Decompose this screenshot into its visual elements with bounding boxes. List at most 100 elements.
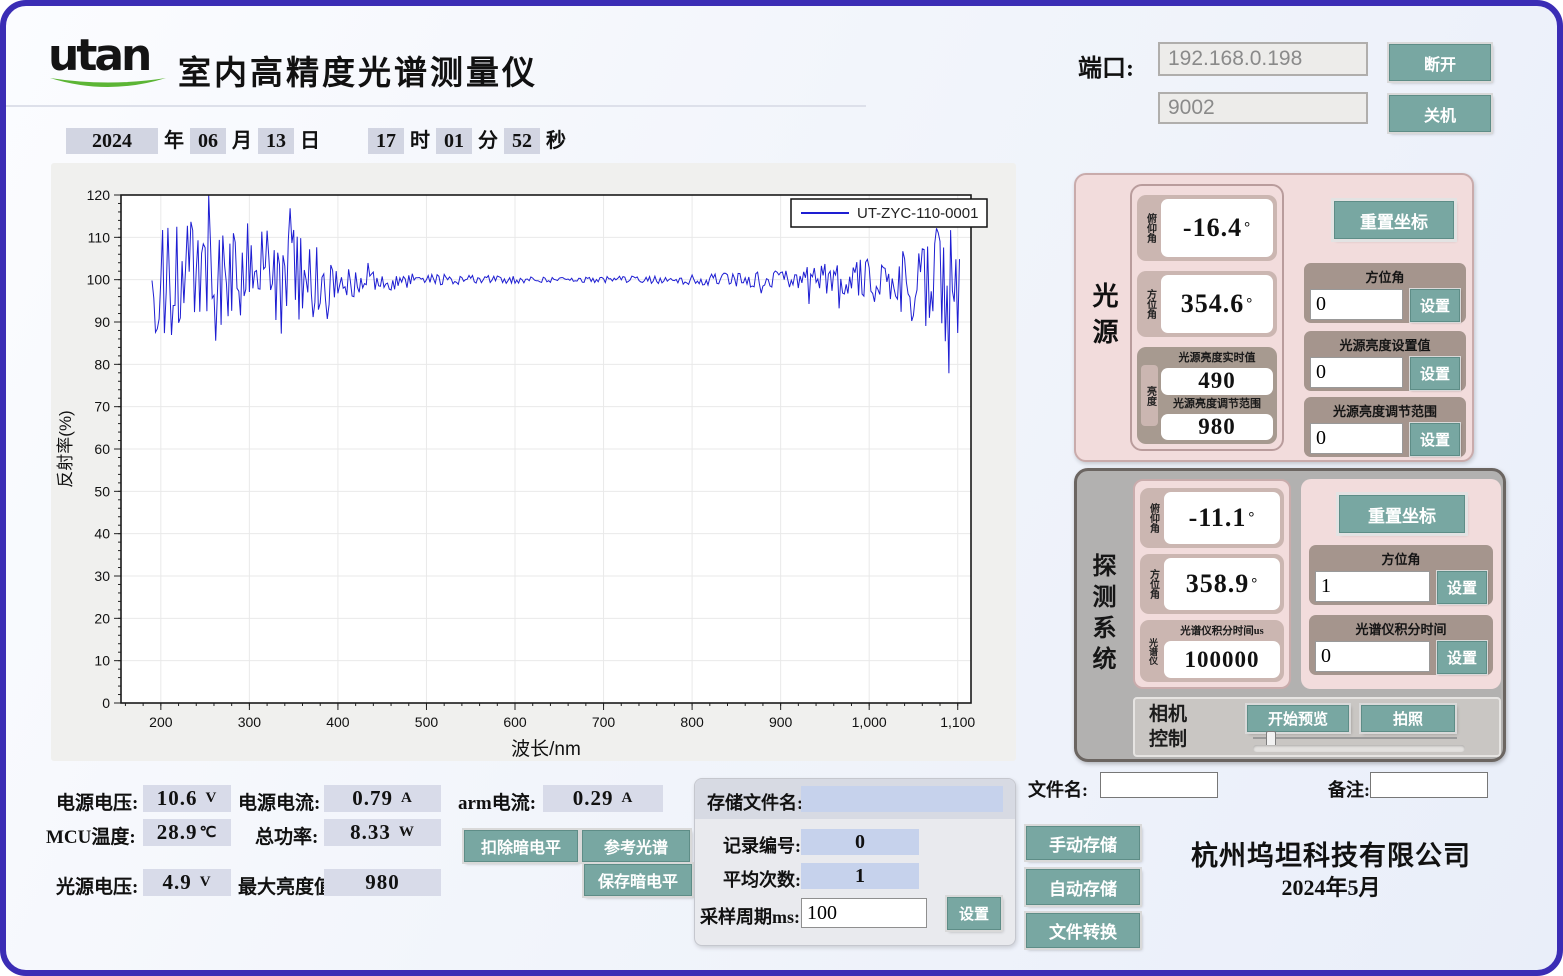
sample-period-input[interactable] [801, 898, 927, 928]
arm-current-label: arm电流: [458, 788, 536, 815]
light-set-azimuth-input[interactable] [1310, 289, 1403, 320]
camera-photo-button[interactable]: 拍照 [1361, 705, 1455, 732]
minute-unit: 分 [478, 128, 498, 154]
auto-store-button[interactable]: 自动存储 [1026, 869, 1140, 905]
mcu-temp-label: MCU温度: [46, 822, 136, 849]
filename-input[interactable] [1100, 772, 1218, 798]
disconnect-button[interactable]: 断开 [1389, 44, 1491, 81]
mcu-temp-value: 28.9℃ [143, 819, 231, 846]
save-dark-button[interactable]: 保存暗电平 [584, 864, 692, 896]
svg-text:120: 120 [87, 187, 111, 203]
detection-readout-group: 俯仰角 -11.1° 方位角 358.9° 光谱仪 光谱仪积分时间us 1000… [1133, 479, 1291, 689]
detection-set-azimuth-button[interactable]: 设置 [1437, 571, 1487, 604]
arm-current-value: 0.29A [543, 785, 663, 812]
light-azimuth-readout: 方位角 354.6° [1137, 271, 1277, 337]
port-input[interactable] [1158, 92, 1368, 124]
detection-azimuth-label: 方位角 [1144, 558, 1161, 610]
svg-text:400: 400 [326, 714, 350, 730]
header-divider [6, 105, 866, 107]
light-pitch-readout: 俯仰角 -16.4° [1137, 195, 1277, 261]
port-label: 端口: [1078, 48, 1134, 83]
detection-set-integration-label: 光谱仪积分时间 [1315, 617, 1487, 641]
detection-set-azimuth-label: 方位角 [1315, 547, 1487, 571]
psu-current-value: 0.79A [324, 785, 441, 812]
light-set-brightness-label: 光源亮度设置值 [1310, 333, 1460, 357]
light-reset-coords-button[interactable]: 重置坐标 [1334, 201, 1454, 239]
remark-input[interactable] [1370, 772, 1488, 798]
svg-text:90: 90 [94, 314, 110, 330]
light-set-brightness-input[interactable] [1310, 357, 1403, 388]
svg-text:1,000: 1,000 [852, 714, 887, 730]
light-pitch-value: -16.4° [1161, 199, 1273, 257]
detection-panel: 探测系统 俯仰角 -11.1° 方位角 358.9° 光谱仪 光谱仪积分时间us… [1074, 468, 1506, 762]
company-name: 杭州坞坦科技有限公司 [1156, 834, 1506, 873]
shutdown-button[interactable]: 关机 [1389, 95, 1491, 132]
subtract-dark-button[interactable]: 扣除暗电平 [464, 830, 578, 862]
detection-set-integration-input[interactable] [1315, 641, 1430, 672]
light-set-range-group: 光源亮度调节范围 设置 [1304, 397, 1466, 457]
svg-text:20: 20 [94, 610, 110, 626]
svg-text:700: 700 [592, 714, 616, 730]
year-unit: 年 [164, 128, 184, 154]
svg-text:110: 110 [88, 229, 111, 245]
camera-control-title: 相机 控制 [1149, 702, 1187, 752]
detection-pitch-readout: 俯仰角 -11.1° [1140, 488, 1284, 548]
detection-control-group: 重置坐标 方位角 设置 光谱仪积分时间 设置 [1301, 479, 1501, 689]
filename-label: 文件名: [1028, 776, 1088, 802]
camera-preview-button[interactable]: 开始预览 [1247, 705, 1349, 732]
total-power-value: 8.33W [324, 819, 441, 846]
detection-pitch-label: 俯仰角 [1144, 492, 1161, 544]
record-number-label: 记录编号: [723, 832, 801, 858]
light-set-azimuth-label: 方位角 [1310, 265, 1460, 289]
storage-filename-label: 存储文件名: [707, 789, 803, 815]
hour-unit: 时 [410, 128, 430, 154]
svg-text:60: 60 [94, 441, 110, 457]
detection-set-integration-button[interactable]: 设置 [1437, 641, 1487, 674]
light-set-brightness-group: 光源亮度设置值 设置 [1304, 331, 1466, 391]
svg-text:10: 10 [94, 653, 110, 669]
camera-slider-track[interactable] [1253, 737, 1457, 739]
svg-text:UT-ZYC-110-0001: UT-ZYC-110-0001 [857, 205, 978, 222]
detection-panel-title: 探测系统 [1089, 553, 1113, 677]
storage-panel: 存储文件名: 记录编号: 0 平均次数: 1 采样周期ms: 设置 [694, 778, 1016, 946]
logo: utan [48, 34, 173, 96]
reference-spectrum-button[interactable]: 参考光谱 [582, 830, 690, 862]
day-field: 13 [258, 128, 294, 154]
file-convert-button[interactable]: 文件转换 [1026, 913, 1140, 948]
psu-current-label: 电源电流: [238, 788, 320, 815]
svg-text:1,100: 1,100 [940, 714, 975, 730]
svg-text:0: 0 [102, 695, 110, 711]
manual-store-button[interactable]: 手动存储 [1026, 826, 1140, 860]
detection-integration-readout: 光谱仪 光谱仪积分时间us 100000 [1140, 620, 1284, 682]
logo-text: utan [48, 34, 173, 78]
svg-text:200: 200 [149, 714, 173, 730]
detection-azimuth-readout: 方位角 358.9° [1140, 554, 1284, 614]
app-window: utan 室内高精度光谱测量仪 2024 年 06 月 13 日 17 时 01… [0, 0, 1563, 976]
detection-spectrometer-label: 光谱仪 [1144, 624, 1161, 678]
total-power-label: 总功率: [255, 822, 318, 849]
detection-reset-coords-button[interactable]: 重置坐标 [1339, 495, 1465, 533]
light-set-range-button[interactable]: 设置 [1410, 423, 1460, 456]
camera-control-section: 相机 控制 开始预览 拍照 [1133, 697, 1501, 757]
svg-text:70: 70 [94, 399, 110, 415]
svg-text:80: 80 [94, 356, 110, 372]
light-brightness-readout: 亮度 光源亮度实时值 490 光源亮度调节范围 980 [1137, 347, 1277, 444]
storage-filename-input[interactable] [801, 786, 1003, 812]
light-set-range-label: 光源亮度调节范围 [1310, 399, 1460, 423]
light-range-value: 980 [1161, 414, 1273, 441]
second-field: 52 [504, 128, 540, 154]
detection-set-azimuth-input[interactable] [1315, 571, 1430, 602]
light-source-panel: 光源 俯仰角 -16.4° 方位角 354.6° 亮度 光源亮度实时值 490 [1074, 173, 1474, 462]
ip-input[interactable] [1158, 42, 1368, 76]
light-set-range-input[interactable] [1310, 423, 1403, 454]
light-set-brightness-button[interactable]: 设置 [1410, 357, 1460, 390]
svg-text:500: 500 [415, 714, 439, 730]
hour-field: 17 [368, 128, 404, 154]
camera-scrollbar[interactable] [1253, 745, 1465, 752]
light-set-azimuth-button[interactable]: 设置 [1410, 289, 1460, 322]
detection-pitch-value: -11.1° [1164, 492, 1280, 544]
sample-period-set-button[interactable]: 设置 [947, 897, 1001, 930]
src-voltage-label: 光源电压: [56, 872, 138, 899]
svg-text:900: 900 [769, 714, 793, 730]
light-realtime-value: 490 [1161, 368, 1273, 395]
